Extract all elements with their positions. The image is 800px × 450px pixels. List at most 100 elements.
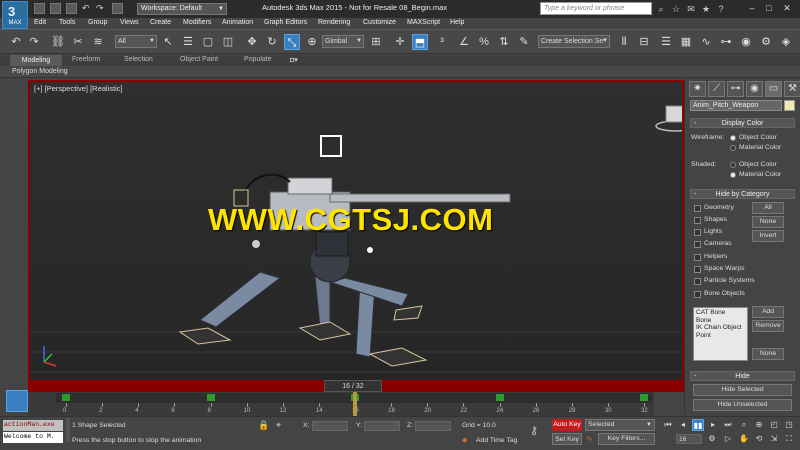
zoom-extents-icon[interactable]: ◰ [768,419,780,431]
place-icon[interactable]: ⊕ [304,34,320,50]
menu-animation[interactable]: Animation [222,19,253,26]
maxscript-listener-top[interactable]: actionMan.exe [3,420,63,431]
menu-views[interactable]: Views [120,19,139,26]
field-of-view-icon[interactable]: ▷ [722,433,734,445]
previous-frame-icon[interactable]: ◂ [677,419,689,431]
shaded-object-color-radio[interactable] [730,162,736,168]
render-frame-icon[interactable]: ◈ [778,34,794,50]
open-file-icon[interactable] [50,3,61,14]
display-tab-icon[interactable]: ▭ [765,81,782,97]
edit-named-selection-icon[interactable]: ✎ [516,34,532,50]
perspective-viewport[interactable]: [+] [Perspective] [Realistic] WWW.CGTSJ.… [28,80,684,382]
modify-tab-icon[interactable]: ⟋ [708,81,725,97]
next-frame-icon[interactable]: ▸ [707,419,719,431]
layer-manager-icon[interactable]: ☰ [658,34,674,50]
minimize-button[interactable]: – [745,2,759,14]
save-file-icon[interactable] [66,3,77,14]
category-list[interactable]: CAT Bone Bone IK Chain Object Point [693,307,748,361]
remove-button[interactable]: Remove [752,320,784,332]
tab-selection[interactable]: Selection [124,56,153,63]
undo-icon[interactable]: ↶ [82,3,93,14]
tab-modeling[interactable]: Modeling [10,55,62,66]
object-name-field[interactable]: Anim_Pitch_Weapon [690,100,782,111]
workspace-select[interactable]: Workspace: Default ▼ [137,3,227,15]
selected-shape-square[interactable] [320,135,342,157]
hide-rollout[interactable]: - Hide [690,371,795,381]
cameras-checkbox[interactable] [694,241,701,248]
wireframe-material-color-radio[interactable] [730,145,736,151]
key-icon[interactable]: ⚷ [530,424,538,437]
maxscript-listener-bottom[interactable]: Welcome to M. [3,432,63,443]
z-coordinate-field[interactable] [415,421,451,431]
percent-snap-icon[interactable]: % [476,34,492,50]
hierarchy-tab-icon[interactable]: ⊶ [727,81,744,97]
x-coordinate-field[interactable] [312,421,348,431]
time-configuration-icon[interactable]: ⚙ [706,433,718,445]
all-button[interactable]: All [752,202,784,214]
scale-icon[interactable]: ⤡ [284,34,300,50]
auto-key-button[interactable]: Auto Key [552,419,582,431]
redo-button[interactable]: ↷ [26,34,42,50]
none-button[interactable]: None [752,216,784,228]
move-icon[interactable]: ✥ [244,34,260,50]
keyframe-marker[interactable] [495,394,504,401]
time-slider-frame[interactable]: 16 / 32 [324,380,382,392]
app-logo-button[interactable]: 3 MAX [2,1,28,29]
current-frame-marker[interactable] [353,392,357,416]
reference-coordinate-select[interactable]: Gimbal ▼ [322,35,364,48]
menu-group[interactable]: Group [88,19,107,26]
redo-icon[interactable]: ↷ [96,3,107,14]
display-color-rollout[interactable]: - Display Color [690,118,795,128]
geometry-checkbox[interactable] [694,205,701,212]
zoom-all-icon[interactable]: ⊕ [753,419,765,431]
search-input[interactable]: Type a keyword or phrase [540,2,652,15]
go-to-end-icon[interactable]: ⏭ [722,419,734,431]
go-to-start-icon[interactable]: ⏮ [662,419,674,431]
stop-button[interactable]: ▮▮ [692,419,704,431]
menu-customize[interactable]: Customize [363,19,396,26]
tab-object-paint[interactable]: Object Paint [180,56,218,63]
unlink-icon[interactable]: ✂ [70,34,86,50]
select-object-icon[interactable]: ↖ [160,34,176,50]
create-tab-icon[interactable]: ✷ [689,81,706,97]
lock-icon[interactable]: 🔒 [258,420,269,431]
walk-through-icon[interactable]: ⇲ [768,433,780,445]
menu-graph-editors[interactable]: Graph Editors [264,19,307,26]
list-item[interactable]: Bone [696,317,745,325]
graphite-toggle-icon[interactable]: ▦ [678,34,694,50]
none-list-button[interactable]: None [752,348,784,360]
named-selection-set-select[interactable]: Create Selection Se ▼ [538,35,610,48]
lights-checkbox[interactable] [694,229,701,236]
viewcube[interactable] [652,104,682,132]
spinner-snap-icon[interactable]: ⇅ [496,34,512,50]
select-by-name-icon[interactable]: ☰ [180,34,196,50]
key-mode-select[interactable]: Selected ▼ [585,419,655,431]
mini-curve-editor-icon[interactable] [6,390,28,412]
binoculars-icon[interactable]: ⌕ [655,3,667,15]
object-color-swatch[interactable] [784,100,795,111]
subscription-icon[interactable]: ☆ [670,3,682,15]
window-crossing-icon[interactable]: ◫ [220,34,236,50]
add-button[interactable]: Add [752,306,784,318]
menu-rendering[interactable]: Rendering [318,19,350,26]
particle-systems-checkbox[interactable] [694,278,701,285]
schematic-view-icon[interactable]: ⊶ [718,34,734,50]
invert-button[interactable]: Invert [752,230,784,242]
ribbon-options-icon[interactable]: ◘▾ [290,56,298,64]
list-item[interactable]: Point [696,332,745,340]
tab-freeform[interactable]: Freeform [72,56,100,63]
hide-unselected-button[interactable]: Hide Unselected [693,399,792,411]
align-icon[interactable]: ⊟ [636,34,652,50]
menu-create[interactable]: Create [150,19,171,26]
orbit-icon[interactable]: ⟲ [753,433,765,445]
undo-button[interactable]: ↶ [8,34,24,50]
add-time-tag-button[interactable]: Add Time Tag [476,437,517,444]
list-item[interactable]: CAT Bone [696,309,745,317]
snaps-toggle-icon[interactable]: ³ [434,34,450,50]
maximize-viewport-icon[interactable]: ⛶ [783,433,795,445]
close-button[interactable]: ✕ [780,2,794,14]
tab-populate[interactable]: Populate [244,56,272,63]
menu-maxscript[interactable]: MAXScript [407,19,440,26]
menu-edit[interactable]: Edit [34,19,46,26]
shaded-material-color-radio[interactable] [730,172,736,178]
